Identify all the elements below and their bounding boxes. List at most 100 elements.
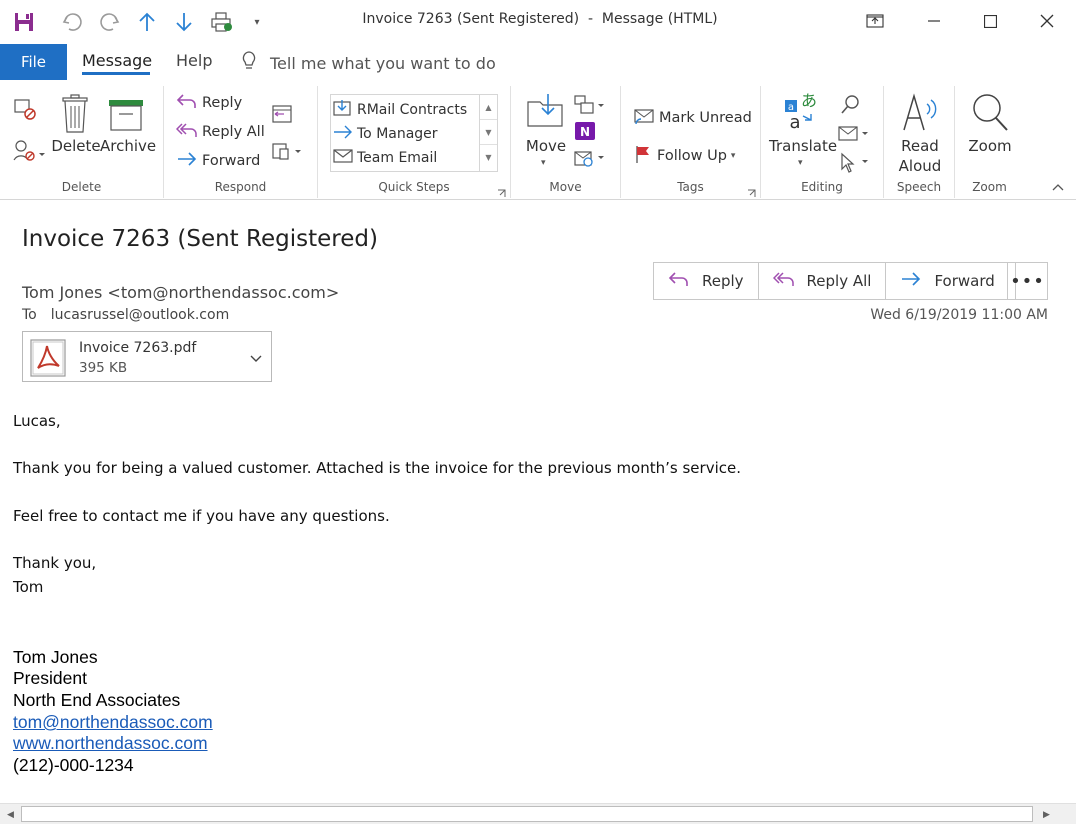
reply-button[interactable]: Reply (654, 263, 759, 299)
attachment[interactable]: Invoice 7263.pdf 395 KB (22, 331, 272, 382)
onenote-icon[interactable]: N (574, 120, 596, 146)
minimize-icon[interactable] (912, 6, 956, 36)
move-group: Move ▾ N Move (511, 86, 621, 198)
ribbon-reply-all-button[interactable]: Reply All (175, 121, 265, 143)
scrollbar-thumb[interactable] (21, 806, 1033, 822)
signature-title: President (13, 668, 87, 688)
archive-icon[interactable] (107, 98, 145, 136)
signature-company: North End Associates (13, 690, 181, 710)
translate-icon[interactable]: aあa (781, 90, 821, 134)
ignore-icon[interactable] (12, 96, 38, 126)
translate-dropdown-icon[interactable]: ▾ (798, 158, 803, 168)
signature-phone: (212)-000-1234 (13, 755, 134, 775)
tell-me-box[interactable]: Tell me what you want to do (240, 50, 496, 76)
quick-steps-scroll[interactable]: ▲ ▼ ▼ (479, 95, 497, 171)
delete-button[interactable]: Delete (51, 136, 101, 156)
expand-gallery-icon[interactable]: ▼ (480, 145, 497, 170)
svg-text:あ: あ (801, 91, 817, 110)
mark-unread-icon (633, 106, 655, 130)
more-actions-button[interactable]: ••• (1007, 262, 1048, 300)
quick-steps-group-label: Quick Steps (378, 180, 450, 194)
attachment-dropdown-icon[interactable] (249, 349, 263, 368)
customize-qat-icon[interactable]: ▾ (243, 8, 271, 36)
attachment-name: Invoice 7263.pdf (79, 340, 197, 356)
find-icon[interactable] (839, 94, 861, 120)
follow-up-button[interactable]: Follow Up ▾ (633, 144, 735, 168)
move-button[interactable]: Move (521, 136, 571, 156)
forward-icon (900, 270, 922, 292)
message-date: Wed 6/19/2019 11:00 AM (870, 307, 1048, 323)
redo-icon[interactable] (96, 8, 124, 36)
ribbon-tabs: File Message Help Tell me what you want … (0, 42, 1076, 80)
close-icon[interactable] (1025, 6, 1069, 36)
svg-text:N: N (580, 125, 590, 139)
meeting-reply-icon[interactable] (270, 102, 294, 128)
move-folder-icon[interactable] (526, 92, 564, 132)
signature-email-link[interactable]: tom@northendassoc.com (13, 712, 213, 733)
reply-icon (176, 92, 198, 114)
reply-all-icon (772, 270, 795, 292)
junk-icon[interactable] (12, 138, 46, 168)
maximize-icon[interactable] (968, 6, 1012, 36)
read-aloud-button[interactable]: Read Aloud (888, 136, 952, 176)
recipient[interactable]: lucasrussel@outlook.com (51, 307, 229, 323)
zoom-button[interactable]: Zoom (959, 136, 1021, 156)
actions-icon[interactable] (573, 146, 607, 172)
tab-file[interactable]: File (0, 44, 67, 80)
tags-launcher-icon[interactable] (747, 183, 756, 197)
delete-group: Delete Archive Delete (0, 86, 164, 198)
ribbon-display-options-icon[interactable] (853, 6, 897, 36)
body-closing: Thank you, (13, 554, 97, 572)
scroll-up-icon[interactable]: ▲ (480, 95, 497, 120)
move-dropdown-icon[interactable]: ▾ (541, 158, 546, 168)
quick-step-team-email[interactable]: Team Email (333, 147, 437, 169)
quick-step-rmail-contracts[interactable]: RMail Contracts (333, 99, 467, 121)
scroll-right-icon[interactable]: ▶ (1038, 806, 1055, 823)
related-icon[interactable] (837, 124, 871, 148)
ribbon-forward-button[interactable]: Forward (176, 150, 260, 172)
quick-steps-gallery: RMail Contracts To Manager Team Email ▲ … (330, 94, 498, 172)
body-name: Tom (13, 578, 44, 596)
more-icon: ••• (1010, 270, 1045, 292)
forward-button[interactable]: Forward (886, 263, 1014, 299)
message-actions: Reply Reply All Forward (653, 262, 1016, 300)
save-icon[interactable] (10, 8, 38, 36)
tab-message[interactable]: Message (82, 51, 152, 70)
archive-button[interactable]: Archive (100, 136, 156, 156)
signature-website-link[interactable]: www.northendassoc.com (13, 733, 208, 754)
print-icon[interactable] (208, 8, 236, 36)
reply-all-icon (175, 121, 198, 143)
pdf-icon (29, 338, 69, 382)
title-bar: ▾ Invoice 7263 (Sent Registered) - Messa… (0, 0, 1076, 42)
rules-icon[interactable] (573, 94, 607, 120)
message-subject: Invoice 7263 (Sent Registered) (22, 226, 378, 252)
next-item-icon[interactable] (170, 8, 198, 36)
tab-help[interactable]: Help (176, 51, 212, 70)
scroll-left-icon[interactable]: ◀ (2, 806, 19, 823)
quick-steps-launcher-icon[interactable] (497, 183, 506, 197)
reply-all-button[interactable]: Reply All (759, 263, 887, 299)
undo-icon[interactable] (58, 8, 86, 36)
more-respond-icon[interactable] (270, 140, 304, 166)
arrow-right-icon (333, 123, 353, 145)
message-sender[interactable]: Tom Jones <tom@northendassoc.com> (22, 283, 339, 302)
quick-step-to-manager[interactable]: To Manager (333, 123, 438, 145)
horizontal-scrollbar[interactable]: ◀ ▶ (0, 803, 1076, 824)
recipients-row: To lucasrussel@outlook.com (22, 307, 229, 323)
mark-unread-button[interactable]: Mark Unread (633, 106, 752, 130)
scroll-down-icon[interactable]: ▼ (480, 120, 497, 145)
previous-item-icon[interactable] (133, 8, 161, 36)
trash-icon[interactable] (60, 94, 90, 138)
svg-text:a: a (789, 112, 800, 130)
select-icon[interactable] (839, 152, 871, 178)
collapse-ribbon-icon[interactable] (1052, 180, 1064, 194)
zoom-icon[interactable] (969, 92, 1009, 136)
window-title: Invoice 7263 (Sent Registered) - Message… (362, 11, 718, 27)
editing-group-label: Editing (801, 180, 843, 194)
read-aloud-icon[interactable] (900, 92, 940, 136)
active-tab-indicator (82, 72, 150, 75)
ribbon-reply-button[interactable]: Reply (176, 92, 242, 114)
translate-button[interactable]: Translate (769, 136, 837, 156)
quick-steps-group: RMail Contracts To Manager Team Email ▲ … (318, 86, 511, 198)
tags-group: Mark Unread Follow Up ▾ Tags (621, 86, 761, 198)
